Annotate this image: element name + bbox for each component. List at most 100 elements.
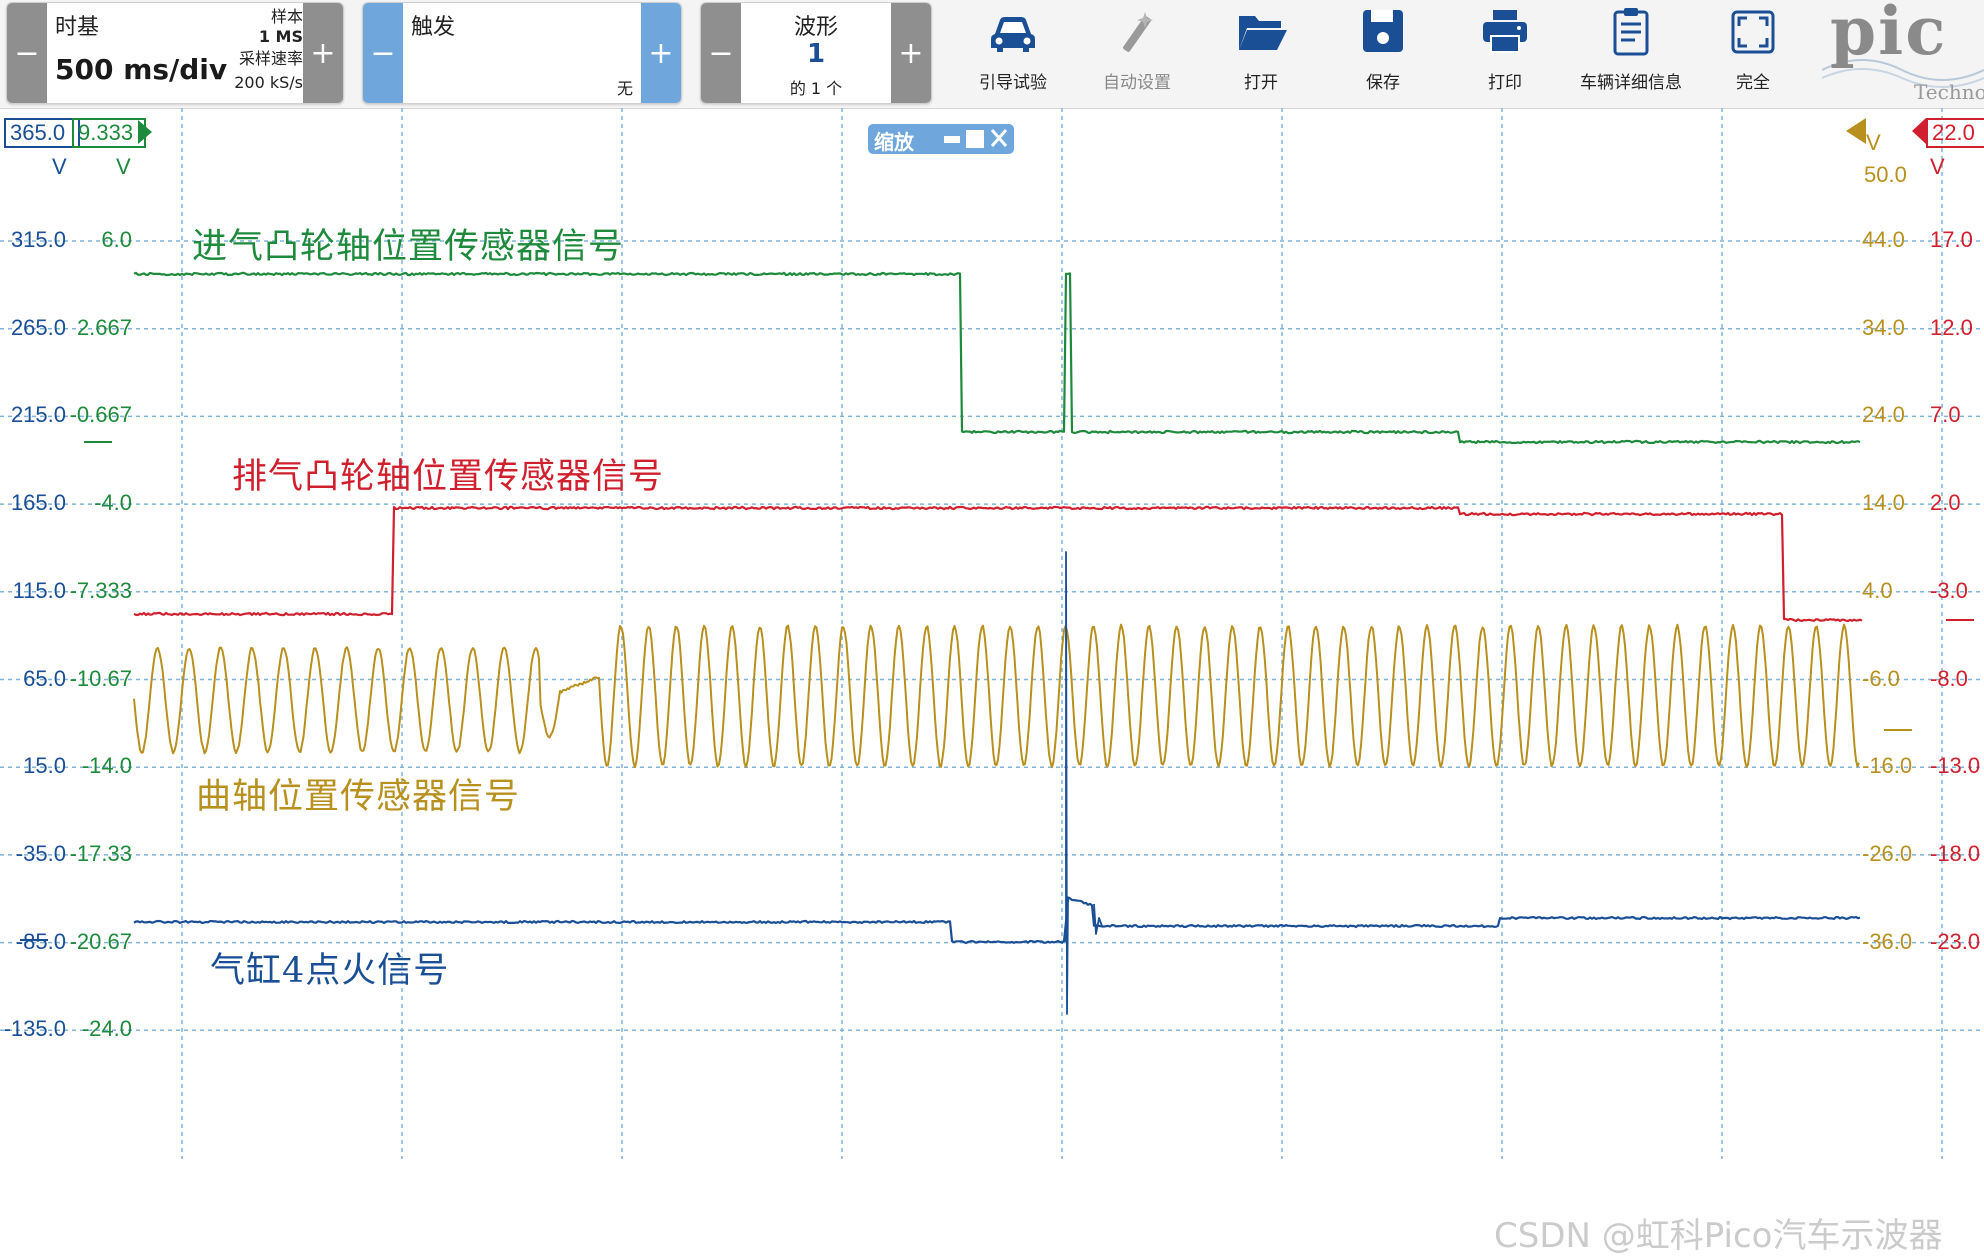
green-channel-range-box[interactable]: 9.333 <box>72 118 146 148</box>
guided-test-button[interactable]: 引导试验 <box>958 4 1068 100</box>
blue-channel-range-box[interactable]: 365.0 <box>4 118 80 148</box>
zoom-toolbar[interactable]: 缩放 <box>868 124 1014 154</box>
print-label: 打印 <box>1450 68 1560 93</box>
trigger-decrease-button[interactable]: − <box>363 3 403 103</box>
green-axis-tick-label: -24.0 <box>82 1016 132 1042</box>
printer-icon <box>1477 4 1533 60</box>
green-axis-tick-label: -7.333 <box>70 578 132 604</box>
green-range-arrow-icon <box>138 120 152 144</box>
zoom-window-controls <box>942 124 1012 154</box>
fullscreen-label: 完全 <box>1698 68 1808 93</box>
crank-trace <box>134 625 1859 768</box>
car-icon <box>985 4 1041 60</box>
clipboard-icon <box>1603 4 1659 60</box>
crank-signal-label: 曲轴位置传感器信号 <box>196 768 520 819</box>
gold-axis-tick-label: -36.0 <box>1862 929 1912 955</box>
save-label: 保存 <box>1328 68 1438 93</box>
gold-range-arrow-icon <box>1846 118 1866 144</box>
minimize-icon[interactable] <box>944 136 960 143</box>
red-axis-tick-label: -18.0 <box>1930 841 1980 867</box>
blue-unit-label: V <box>52 154 67 180</box>
close-icon[interactable] <box>992 130 1006 146</box>
blue-axis-tick-label: -35.0 <box>16 841 66 867</box>
save-disk-icon <box>1355 4 1411 60</box>
timebase-increase-button[interactable]: + <box>303 3 343 103</box>
green-axis-tick-label: -10.67 <box>70 666 132 692</box>
folder-open-icon <box>1233 4 1289 60</box>
timebase-control: − 时基 500 ms/div 样本 1 MS 采样速率 200 kS/s + <box>6 2 344 104</box>
ignition-cyl4-signal-label: 气缸4点火信号 <box>210 942 449 993</box>
blue-axis-tick-label: 315.0 <box>11 227 66 253</box>
green-axis-tick-label: -20.67 <box>70 929 132 955</box>
green-axis-tick-label: -17.33 <box>70 841 132 867</box>
intake-cam-signal-label: 进气凸轮轴位置传感器信号 <box>192 218 624 269</box>
scope-plot-area[interactable]: 365.0 9.333 V V V 50.0 22.0 V 缩放 315.0 6.… <box>0 108 1984 1159</box>
magic-wand-icon <box>1109 4 1165 60</box>
fullscreen-button[interactable]: 完全 <box>1698 4 1808 100</box>
red-axis-tick-label: 2.0 <box>1930 490 1961 516</box>
blue-axis-tick-label: -85.0 <box>16 929 66 955</box>
gold-axis-tick-label: 4.0 <box>1862 578 1893 604</box>
green-axis-tick-label: -4.0 <box>94 490 132 516</box>
open-button[interactable]: 打开 <box>1206 4 1316 100</box>
gold-axis-tick-label: 34.0 <box>1862 315 1905 341</box>
maximize-icon[interactable] <box>966 130 984 148</box>
red-axis-tick-label: 17.0 <box>1930 227 1973 253</box>
sample-rate-label: 采样速率 <box>217 49 303 69</box>
blue-axis-tick-label: -135.0 <box>4 1016 66 1042</box>
timebase-value[interactable]: 500 ms/div <box>55 53 227 86</box>
red-unit-label: V <box>1930 154 1945 180</box>
blue-axis-tick-label: 65.0 <box>23 666 66 692</box>
zoom-label: 缩放 <box>874 126 914 155</box>
vehicle-details-button[interactable]: 车辆详细信息 <box>1570 4 1692 100</box>
exhaust-cam-signal-label: 排气凸轮轴位置传感器信号 <box>232 448 664 499</box>
gold-axis-tick-label: -6.0 <box>1862 666 1900 692</box>
waveform-count: 的 1 个 <box>741 79 891 99</box>
ignition-spike <box>1066 552 1068 1014</box>
auto-setup-label: 自动设置 <box>1082 68 1192 93</box>
red-axis-tick-label: -3.0 <box>1930 578 1968 604</box>
gold-axis-tick-label: -16.0 <box>1862 753 1912 779</box>
gold-axis-tick-label: -26.0 <box>1862 841 1912 867</box>
vehicle-details-label: 车辆详细信息 <box>1570 68 1692 93</box>
red-axis-tick-label: -13.0 <box>1930 753 1980 779</box>
save-button[interactable]: 保存 <box>1328 4 1438 100</box>
logo-text: pic <box>1830 0 1947 70</box>
gold-axis-tick-label: 14.0 <box>1862 490 1905 516</box>
open-label: 打开 <box>1206 68 1316 93</box>
red-axis-tick-label: 12.0 <box>1930 315 1973 341</box>
blue-axis-tick-label: 165.0 <box>11 490 66 516</box>
green-axis-tick-label: -0.667 <box>70 402 132 428</box>
blue-axis-tick-label: 215.0 <box>11 402 66 428</box>
waveform-next-button[interactable]: + <box>891 3 931 103</box>
gold-unit-label: V <box>1866 130 1881 156</box>
fullscreen-icon <box>1725 4 1781 60</box>
logo-subtext: Techno <box>1914 80 1984 104</box>
print-button[interactable]: 打印 <box>1450 4 1560 100</box>
green-axis-tick-label: -14.0 <box>82 753 132 779</box>
timebase-title: 时基 <box>55 9 99 41</box>
trigger-mode[interactable]: 无 <box>593 79 633 99</box>
ignition-trace <box>134 898 1860 944</box>
waveform-title: 波形 <box>741 9 891 41</box>
samples-value[interactable]: 1 MS <box>217 27 303 47</box>
red-axis-tick-label: -23.0 <box>1930 929 1980 955</box>
exhaust-cam-trace <box>134 507 1862 621</box>
trigger-title: 触发 <box>411 9 455 41</box>
blue-axis-tick-label: 265.0 <box>11 315 66 341</box>
ignition-ringing <box>1094 904 1102 934</box>
watermark: CSDN @虹科Pico汽车示波器 <box>1494 1208 1942 1257</box>
guided-test-label: 引导试验 <box>958 68 1068 93</box>
green-axis-tick-label: 2.667 <box>77 315 132 341</box>
gold-axis-tick-label: 44.0 <box>1862 227 1905 253</box>
waveform-previous-button[interactable]: − <box>701 3 741 103</box>
trigger-control: − 触发 无 + <box>362 2 682 104</box>
green-unit-label: V <box>116 154 131 180</box>
auto-setup-button[interactable]: 自动设置 <box>1082 4 1192 100</box>
red-range-arrow-icon <box>1912 118 1926 144</box>
waveform-index: 1 <box>741 39 891 69</box>
trigger-increase-button[interactable]: + <box>641 3 681 103</box>
red-channel-range-box[interactable]: 22.0 <box>1926 118 1984 148</box>
green-axis-tick-label: 6.0 <box>101 227 132 253</box>
timebase-decrease-button[interactable]: − <box>7 3 47 103</box>
